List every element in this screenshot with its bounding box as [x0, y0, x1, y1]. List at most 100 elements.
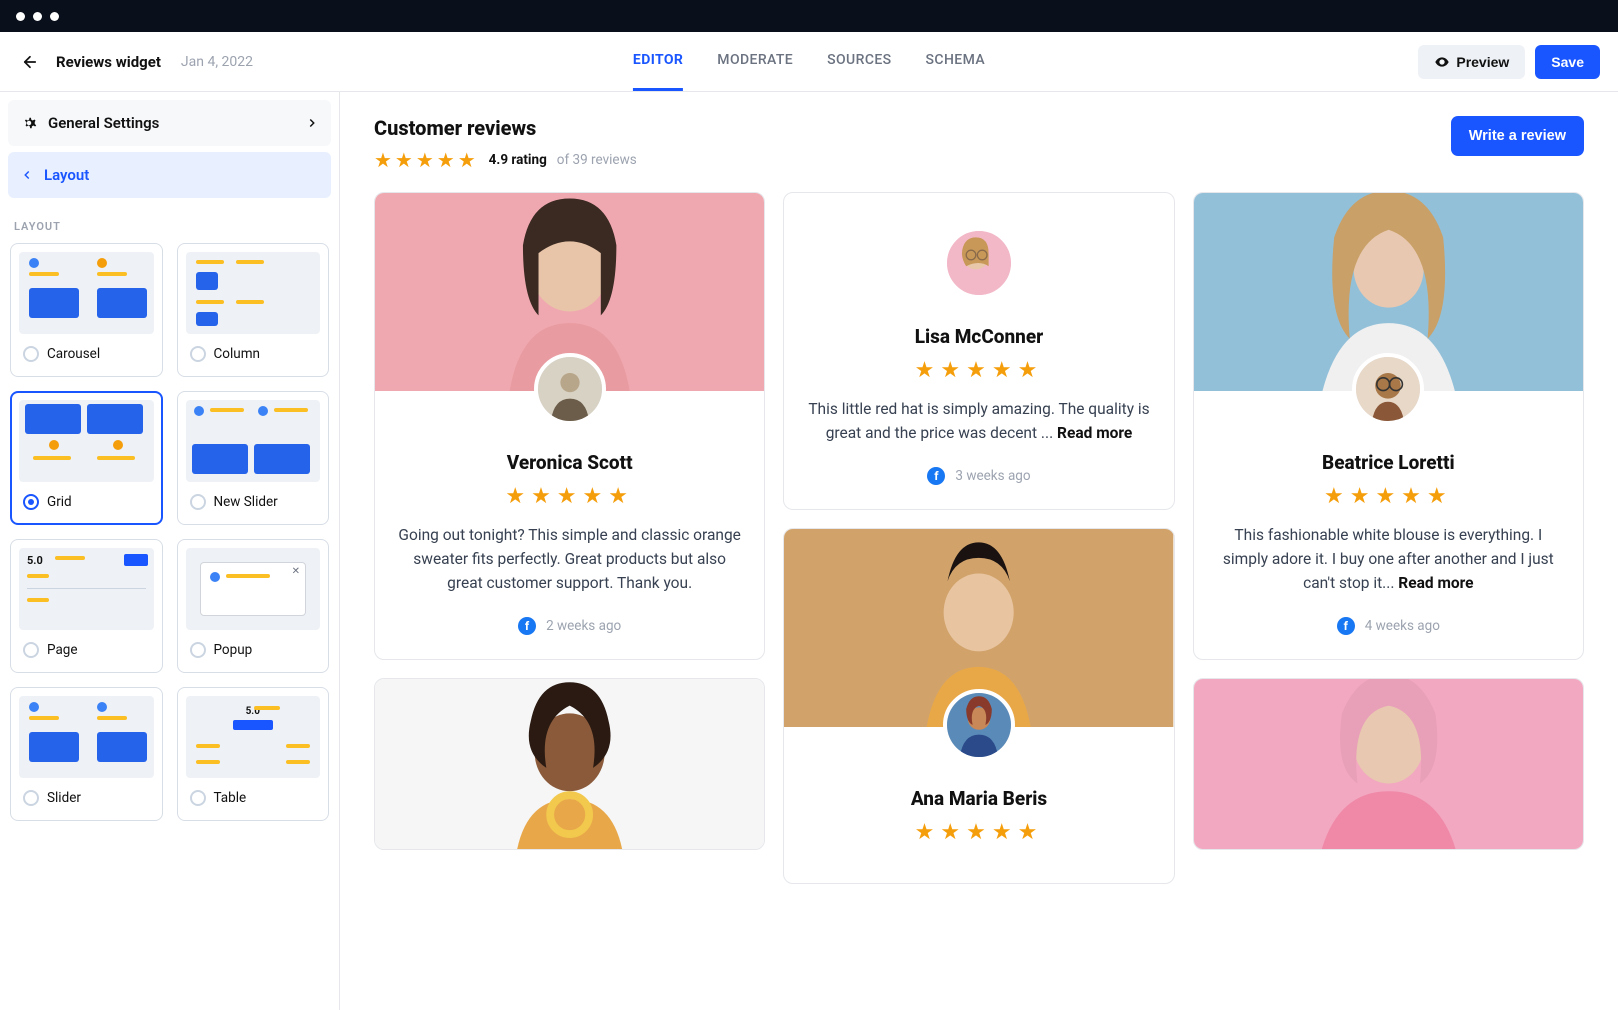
radio-icon [190, 790, 206, 806]
layout-thumb: 5.0 [19, 548, 154, 630]
layout-name: Slider [47, 790, 81, 806]
review-stars: ★★★★★ [804, 820, 1153, 845]
layout-option-new-slider[interactable]: New Slider [177, 391, 330, 525]
review-card[interactable]: Lisa McConner ★★★★★ This little red hat … [783, 192, 1174, 510]
layout-thumb [19, 400, 154, 482]
layout-thumb [186, 400, 321, 482]
tab-editor[interactable]: EDITOR [633, 32, 683, 91]
settings-sidebar: General Settings Layout LAYOUT [0, 92, 340, 1010]
reviewer-avatar [943, 227, 1015, 299]
tab-schema[interactable]: SCHEMA [926, 32, 986, 91]
layout-name: New Slider [214, 494, 278, 510]
sidebar-item-general-settings[interactable]: General Settings [8, 100, 331, 146]
read-more-link[interactable]: Read more [1398, 574, 1473, 592]
review-time: 2 weeks ago [546, 618, 621, 634]
sidebar-section-label: LAYOUT [8, 198, 331, 243]
layout-option-carousel[interactable]: Carousel [10, 243, 163, 377]
layout-thumb [19, 696, 154, 778]
editor-tabs: EDITOR MODERATE SOURCES SCHEMA [633, 32, 985, 91]
radio-icon [23, 346, 39, 362]
layout-option-slider[interactable]: Slider [10, 687, 163, 821]
layout-thumb: 5.0 [186, 696, 321, 778]
radio-icon [190, 642, 206, 658]
layout-option-table[interactable]: 5.0 Table [177, 687, 330, 821]
layout-option-grid[interactable]: Grid [10, 391, 163, 525]
top-toolbar: Reviews widget Jan 4, 2022 EDITOR MODERA… [0, 32, 1618, 92]
save-button[interactable]: Save [1535, 45, 1600, 79]
preview-canvas: Customer reviews ★★★★★ 4.9 rating of 39 … [340, 92, 1618, 1010]
review-text: This little red hat is simply amazing. T… [804, 397, 1153, 445]
review-text: This fashionable white blouse is everyth… [1214, 523, 1563, 595]
layout-option-popup[interactable]: ✕ Popup [177, 539, 330, 673]
reviewer-name: Beatrice Loretti [1214, 451, 1563, 474]
review-time: 3 weeks ago [955, 468, 1030, 484]
review-card[interactable] [374, 678, 765, 850]
review-text: Going out tonight? This simple and class… [395, 523, 744, 595]
write-review-label: Write a review [1469, 128, 1566, 144]
layout-name: Grid [47, 494, 72, 510]
facebook-icon: f [518, 617, 536, 635]
chevron-right-icon [305, 116, 319, 130]
rating-count: of 39 reviews [557, 152, 637, 168]
review-stars: ★★★★★ [804, 358, 1153, 383]
review-card[interactable] [1193, 678, 1584, 850]
radio-icon [190, 346, 206, 362]
rating-summary: 4.9 rating [489, 152, 547, 168]
facebook-icon: f [1337, 617, 1355, 635]
review-card[interactable]: Ana Maria Beris ★★★★★ [783, 528, 1174, 884]
reviewer-avatar [1352, 353, 1424, 425]
layout-option-page[interactable]: 5.0 Page [10, 539, 163, 673]
arrow-left-icon [21, 53, 39, 71]
facebook-icon: f [927, 467, 945, 485]
tab-moderate[interactable]: MODERATE [717, 32, 793, 91]
reviewer-name: Lisa McConner [804, 325, 1153, 348]
rating-stars: ★★★★★ [374, 148, 479, 172]
preview-button[interactable]: Preview [1418, 45, 1525, 79]
tab-sources[interactable]: SOURCES [827, 32, 891, 91]
sidebar-item-layout[interactable]: Layout [8, 152, 331, 198]
page-title: Reviews widget [56, 53, 161, 71]
window-traffic-lights [0, 0, 1618, 32]
radio-icon [23, 790, 39, 806]
back-button[interactable] [18, 50, 42, 74]
layout-name: Popup [214, 642, 253, 658]
reviewer-avatar [943, 689, 1015, 761]
sidebar-label: Layout [44, 166, 89, 184]
layout-name: Carousel [47, 346, 100, 362]
review-hero [375, 679, 764, 849]
reviewer-avatar [534, 353, 606, 425]
chevron-left-icon [20, 168, 34, 182]
write-review-button[interactable]: Write a review [1451, 116, 1584, 156]
review-card[interactable]: Beatrice Loretti ★★★★★ This fashionable … [1193, 192, 1584, 660]
review-time: 4 weeks ago [1365, 618, 1440, 634]
review-card[interactable]: Veronica Scott ★★★★★ Going out tonight? … [374, 192, 765, 660]
review-stars: ★★★★★ [395, 484, 744, 509]
layout-thumb: ✕ [186, 548, 321, 630]
gear-icon [20, 114, 38, 132]
sidebar-label: General Settings [48, 114, 159, 132]
eye-icon [1434, 54, 1450, 70]
radio-icon [190, 494, 206, 510]
layout-name: Page [47, 642, 78, 658]
save-label: Save [1551, 54, 1584, 70]
radio-icon [23, 494, 39, 510]
layout-thumb [19, 252, 154, 334]
reviewer-name: Ana Maria Beris [804, 787, 1153, 810]
layout-name: Table [214, 790, 247, 806]
reviews-heading: Customer reviews [374, 116, 637, 140]
window-dot [50, 12, 59, 21]
layout-option-column[interactable]: Column [177, 243, 330, 377]
window-dot [16, 12, 25, 21]
layout-options-grid: Carousel Column [8, 243, 331, 821]
review-hero [1194, 679, 1583, 849]
page-date: Jan 4, 2022 [181, 54, 253, 70]
read-more-link[interactable]: Read more [1057, 424, 1132, 442]
reviews-grid: Veronica Scott ★★★★★ Going out tonight? … [374, 192, 1584, 884]
layout-thumb [186, 252, 321, 334]
layout-name: Column [214, 346, 261, 362]
review-stars: ★★★★★ [1214, 484, 1563, 509]
reviewer-name: Veronica Scott [395, 451, 744, 474]
window-dot [33, 12, 42, 21]
preview-label: Preview [1456, 54, 1509, 70]
radio-icon [23, 642, 39, 658]
